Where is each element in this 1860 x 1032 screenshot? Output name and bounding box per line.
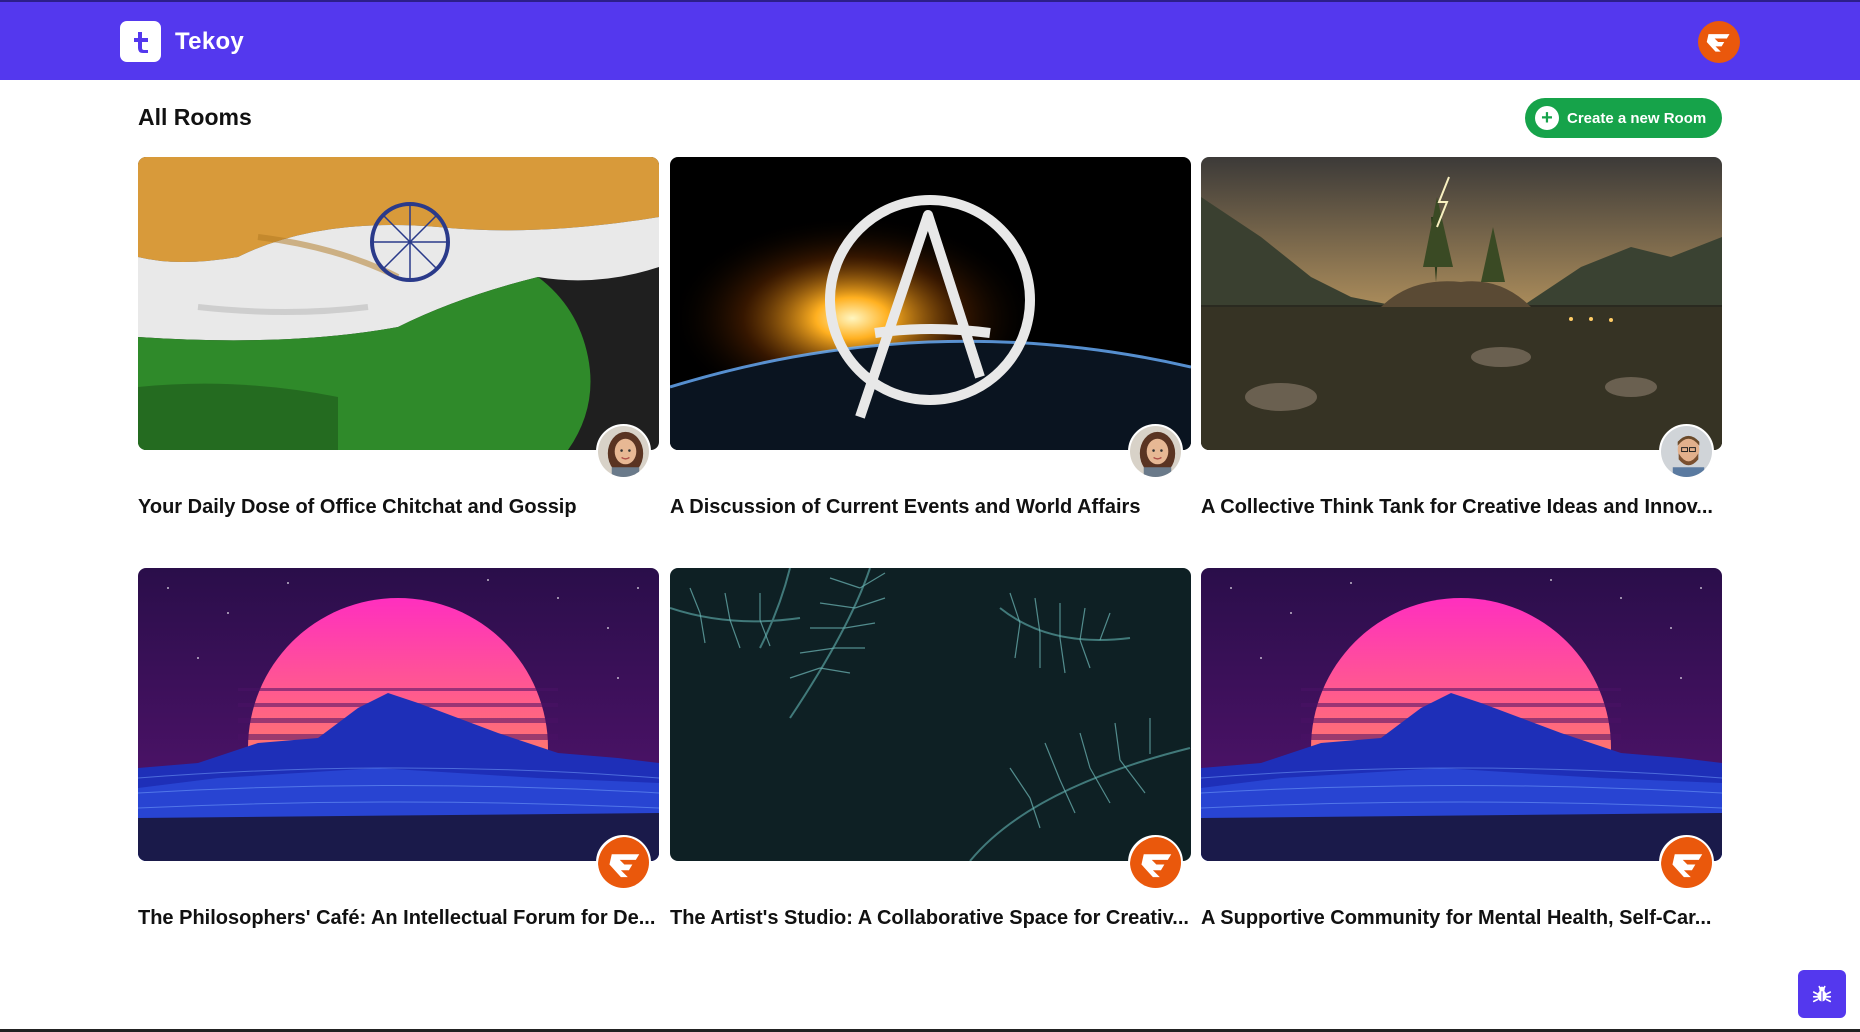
create-room-label: Create a new Room: [1567, 109, 1707, 127]
room-card[interactable]: A Discussion of Current Events and World…: [670, 157, 1191, 518]
room-title[interactable]: The Artist's Studio: A Collaborative Spa…: [670, 907, 1191, 930]
room-title[interactable]: A Discussion of Current Events and World…: [670, 496, 1191, 519]
owner-avatar: [596, 835, 651, 890]
room-title[interactable]: Your Daily Dose of Office Chitchat and G…: [138, 496, 659, 519]
user-avatar-icon[interactable]: [1698, 21, 1740, 63]
brand[interactable]: Tekoy: [120, 21, 244, 62]
room-thumbnail: [670, 157, 1191, 450]
room-card[interactable]: A Collective Think Tank for Creative Ide…: [1201, 157, 1722, 518]
owner-avatar: [1128, 835, 1183, 890]
tekoy-logo-icon: [120, 21, 161, 62]
create-room-button[interactable]: + Create a new Room: [1525, 98, 1722, 138]
owner-avatar: [596, 424, 651, 479]
owner-avatar: [1659, 835, 1714, 890]
owner-avatar: [1659, 424, 1714, 479]
room-thumbnail: [138, 568, 659, 861]
room-card[interactable]: The Philosophers' Café: An Intellectual …: [138, 568, 659, 929]
room-thumbnail: [670, 568, 1191, 861]
owner-avatar: [1128, 424, 1183, 479]
room-title[interactable]: A Collective Think Tank for Creative Ide…: [1201, 496, 1722, 519]
room-card[interactable]: Your Daily Dose of Office Chitchat and G…: [138, 157, 659, 518]
brand-name: Tekoy: [175, 27, 245, 55]
room-title[interactable]: The Philosophers' Café: An Intellectual …: [138, 907, 659, 930]
room-card[interactable]: The Artist's Studio: A Collaborative Spa…: [670, 568, 1191, 929]
plus-icon: +: [1535, 106, 1559, 130]
room-title[interactable]: A Supportive Community for Mental Health…: [1201, 907, 1722, 930]
top-navbar: Tekoy: [0, 0, 1860, 80]
bug-icon: [1812, 985, 1832, 1003]
bug-report-button[interactable]: [1798, 970, 1846, 1018]
room-thumbnail: [1201, 568, 1722, 861]
page-title: All Rooms: [138, 104, 252, 130]
room-card[interactable]: A Supportive Community for Mental Health…: [1201, 568, 1722, 929]
room-thumbnail: [138, 157, 659, 450]
room-thumbnail: [1201, 157, 1722, 450]
